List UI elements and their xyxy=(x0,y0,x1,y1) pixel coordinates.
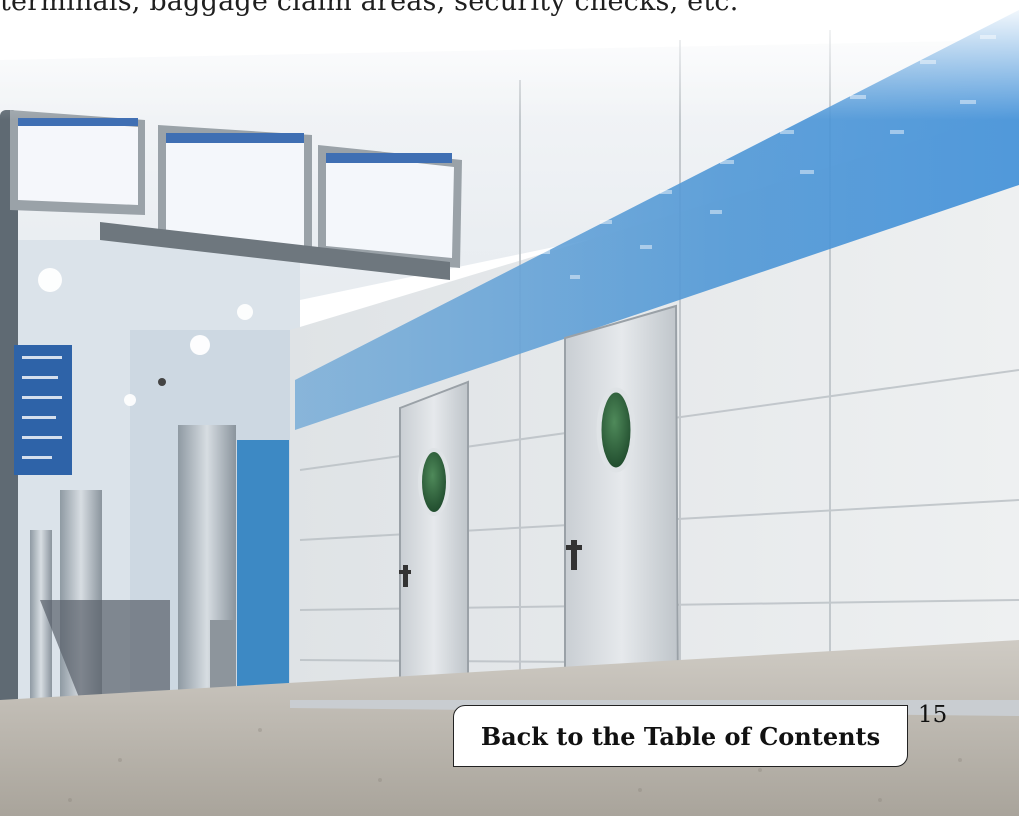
document-page: terminals, baggage claim areas, security… xyxy=(0,0,1019,816)
back-to-contents-button[interactable]: Back to the Table of Contents xyxy=(453,705,908,767)
airport-corridor-photo xyxy=(0,0,1019,816)
intro-paragraph-line: terminals, baggage claim areas, security… xyxy=(0,0,739,17)
back-to-contents-label: Back to the Table of Contents xyxy=(480,721,881,751)
page-number: 15 xyxy=(918,702,948,728)
